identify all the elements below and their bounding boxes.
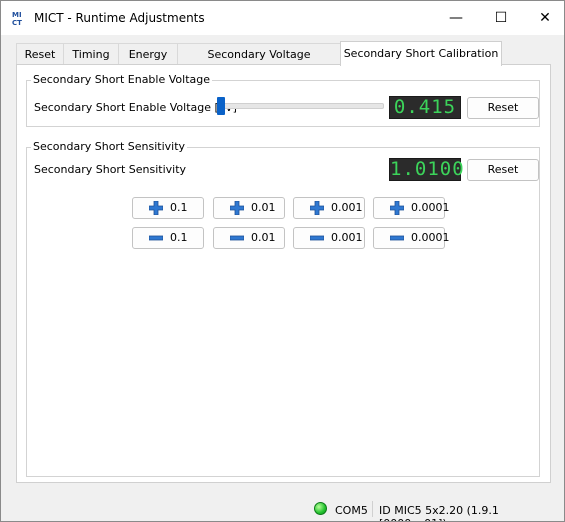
status-device-id: ID MIC5 5x2.20 (1.9.1 [0000ca01]) (379, 504, 499, 521)
increment-0.001-button[interactable]: 0.001 (293, 197, 365, 219)
sensitivity-group-title: Secondary Short Sensitivity (31, 140, 188, 153)
tab-reset[interactable]: Reset (16, 43, 64, 65)
enable-voltage-group-title: Secondary Short Enable Voltage (31, 73, 212, 86)
minimize-button[interactable]: — (434, 1, 478, 35)
sensitivity-display: 1.0100 (389, 158, 465, 181)
plus-icon (310, 201, 324, 215)
tab-timing[interactable]: Timing (63, 43, 119, 65)
mict-logo-icon: MI CT (11, 10, 27, 26)
enable-voltage-label: Secondary Short Enable Voltage [kV] (34, 101, 237, 114)
plus-icon (149, 201, 163, 215)
svg-text:CT: CT (12, 19, 22, 26)
minus-icon (390, 235, 404, 241)
decrement-label: 0.0001 (411, 231, 450, 244)
decrement-0.01-button[interactable]: 0.01 (213, 227, 285, 249)
decrement-label: 0.01 (251, 231, 276, 244)
enable-voltage-slider[interactable] (218, 103, 384, 109)
decrement-label: 0.001 (331, 231, 363, 244)
increment-0.0001-button[interactable]: 0.0001 (373, 197, 450, 219)
connected-led-icon (314, 502, 327, 515)
increment-label: 0.0001 (411, 201, 450, 214)
decrement-0.001-button[interactable]: 0.001 (293, 227, 365, 249)
enable-voltage-display: 0.415 (389, 96, 461, 119)
decrement-0.1-button[interactable]: 0.1 (132, 227, 204, 249)
minus-icon (149, 235, 163, 241)
plus-icon (390, 201, 404, 215)
increment-0.01-button[interactable]: 0.01 (213, 197, 285, 219)
sensitivity-label: Secondary Short Sensitivity (34, 163, 187, 176)
enable-voltage-slider-thumb[interactable] (217, 97, 226, 115)
increment-label: 0.01 (251, 201, 276, 214)
sensitivity-reset-button[interactable]: Reset (467, 159, 539, 181)
maximize-button[interactable]: ☐ (479, 1, 523, 35)
title-bar[interactable]: MI CT MICT - Runtime Adjustments — ☐ ✕ (1, 1, 564, 35)
increment-label: 0.1 (170, 201, 188, 214)
window-title: MICT - Runtime Adjustments (34, 11, 205, 25)
enable-voltage-reset-button[interactable]: Reset (467, 97, 539, 119)
status-port: COM5 (335, 504, 368, 517)
status-separator (372, 501, 373, 517)
decrement-0.0001-button[interactable]: 0.0001 (373, 227, 450, 249)
tab-secondary-short-calibration[interactable]: Secondary Short Calibration (340, 41, 502, 66)
main-window: MI CT MICT - Runtime Adjustments — ☐ ✕ R… (0, 0, 565, 522)
close-button[interactable]: ✕ (523, 1, 564, 35)
minus-icon (310, 235, 324, 241)
increment-0.1-button[interactable]: 0.1 (132, 197, 204, 219)
plus-icon (230, 201, 244, 215)
increment-label: 0.001 (331, 201, 363, 214)
tab-secondary-voltage-calibration[interactable]: Secondary Voltage Calibration (177, 43, 341, 82)
status-bar: COM5 ID MIC5 5x2.20 (1.9.1 [0000ca01]) (1, 497, 564, 521)
decrement-label: 0.1 (170, 231, 188, 244)
tab-energy[interactable]: Energy (118, 43, 178, 65)
minus-icon (230, 235, 244, 241)
svg-text:MI: MI (12, 11, 22, 19)
